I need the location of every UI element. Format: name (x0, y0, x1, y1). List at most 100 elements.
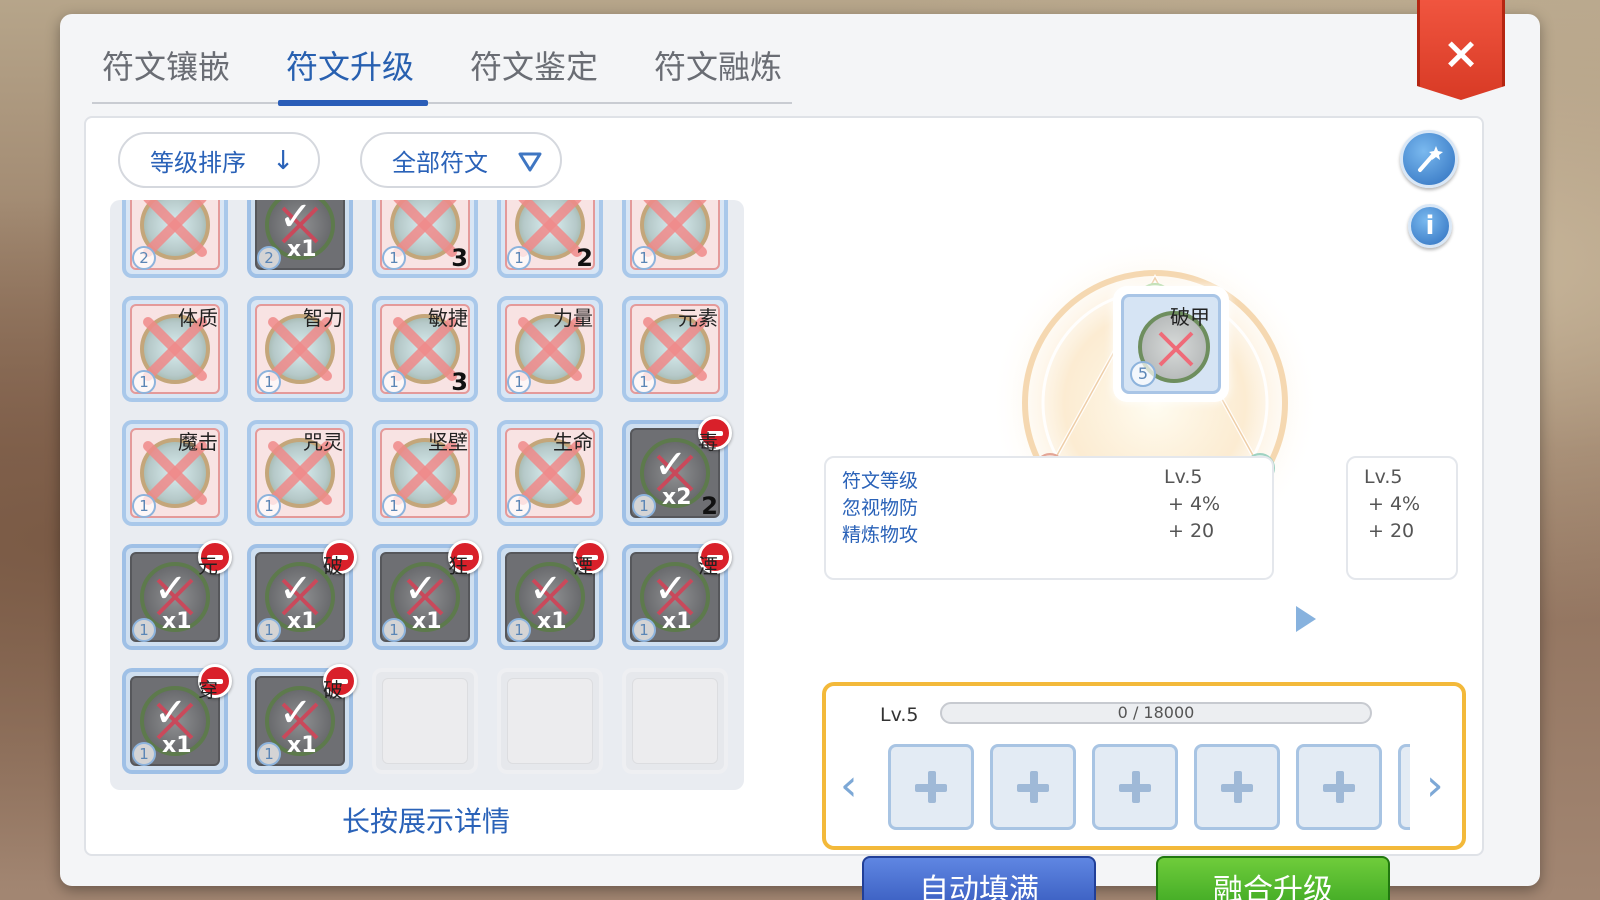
upgrade-material-box: Lv.5 0 / 18000 ‹ › (822, 682, 1466, 850)
rune-level-badge: 1 (632, 370, 656, 394)
empty-rune-slot (497, 668, 603, 774)
rune-slot[interactable]: 1 (622, 200, 728, 278)
rune-name: 元素 (678, 306, 718, 330)
tab-rune-refine[interactable]: 符文融炼 (654, 42, 782, 94)
rune-slot[interactable]: 13 (372, 200, 478, 278)
exp-progress-bar: 0 / 18000 (940, 702, 1372, 724)
selected-check-icon: ✓ (279, 566, 313, 612)
current-stats-card: 符文等级 忽视物防 精炼物攻 Lv.5 + 4% + 20 (824, 456, 1274, 580)
rune-stack-count: 3 (451, 244, 468, 272)
rune-level-badge: 2 (132, 246, 156, 270)
rune-level-badge: 1 (507, 494, 531, 518)
rune-slot[interactable]: 2 (122, 200, 228, 278)
material-slot-3[interactable] (1092, 744, 1178, 830)
rune-name: 坚壁 (428, 430, 468, 454)
material-slot-5[interactable] (1296, 744, 1382, 830)
long-press-hint: 长按展示详情 (341, 805, 510, 838)
selected-rune-name: 破甲 (1170, 305, 1210, 329)
rune-slot[interactable]: 力量 1 (497, 296, 603, 402)
filter-dropdown[interactable]: 全部符文 (360, 132, 562, 188)
info-button[interactable]: i (1408, 204, 1452, 248)
rune-name: 智力 (303, 306, 343, 330)
rune-grid[interactable]: 2 ✓ 2 x1 1 3 1 2 1 体质 1 智力 1 敏捷 1 3 力量 1 元素 1 魔击 1 咒灵 1 坚壁 1 生命 1 ✓ 毒… (110, 200, 744, 790)
filter-label: 全部符文 (392, 148, 488, 177)
rune-selected-count: x1 (412, 609, 442, 634)
triangle-down-icon (518, 152, 542, 172)
crossed-swords-icon (1158, 331, 1194, 367)
selected-check-icon: ✓ (529, 566, 563, 612)
tab-rune-inlay[interactable]: 符文镶嵌 (102, 42, 230, 94)
active-tab-indicator (278, 100, 428, 106)
tab-rune-upgrade[interactable]: 符文升级 (286, 42, 414, 94)
rune-selected-count: x1 (162, 733, 192, 758)
stat-value-ignore-def: + 4% (1168, 493, 1221, 515)
rune-level-badge: 1 (257, 742, 281, 766)
tab-rune-identify[interactable]: 符文鉴定 (470, 42, 598, 94)
rune-slot[interactable]: 咒灵 1 (247, 420, 353, 526)
next-value-ignore-def: + 4% (1368, 493, 1421, 515)
auto-fill-button[interactable]: 自动填满 (862, 856, 1096, 900)
rune-slot[interactable]: ✓ 元 1 x1 (122, 540, 232, 650)
sort-label: 等级排序 (150, 148, 246, 177)
rune-level-badge: 2 (257, 246, 281, 270)
rune-name: 穿 (198, 678, 218, 702)
close-icon: × (1442, 28, 1480, 79)
next-value-refine-atk: + 20 (1368, 520, 1415, 542)
stat-label-refine-atk: 精炼物攻 (842, 524, 919, 546)
rune-selected-count: x1 (287, 733, 317, 758)
rune-slot[interactable]: 体质 1 (122, 296, 228, 402)
selected-check-icon: ✓ (654, 566, 688, 612)
material-slot-1[interactable] (888, 744, 974, 830)
rune-slot[interactable]: 敏捷 1 3 (372, 296, 478, 402)
rune-slot[interactable]: ✓ 破 1 x1 (247, 540, 357, 650)
selected-check-icon: ✓ (279, 690, 313, 736)
rune-slot[interactable]: 生命 1 (497, 420, 603, 526)
rune-level-badge: 1 (257, 370, 281, 394)
magic-wand-button[interactable] (1400, 130, 1458, 188)
rune-slot[interactable]: ✓ 毒 1 x2 2 (622, 416, 732, 526)
selected-rune[interactable]: 破甲 5 (1113, 286, 1229, 402)
rune-name: 毒 (698, 430, 718, 454)
rune-selected-count: x1 (287, 609, 317, 634)
stat-value-refine-atk: + 20 (1168, 520, 1215, 542)
rune-name: 狂 (448, 554, 468, 578)
rune-name: 湮 (698, 554, 718, 578)
rune-slot[interactable]: ✓ 湮 1 x1 (622, 540, 732, 650)
chevron-left-icon[interactable]: ‹ (840, 760, 858, 811)
empty-rune-slot (622, 668, 728, 774)
rune-level-badge: 1 (632, 246, 656, 270)
material-slot-6-partial[interactable] (1398, 744, 1410, 830)
rune-stack-count: 3 (451, 368, 468, 396)
rune-level-badge: 1 (507, 370, 531, 394)
rune-name: 元 (198, 554, 218, 578)
rune-slot[interactable]: 12 (497, 200, 603, 278)
rune-name: 破 (323, 554, 343, 578)
sort-button[interactable]: 等级排序 ↓ (118, 132, 320, 188)
rune-slot[interactable]: 智力 1 (247, 296, 353, 402)
rune-slot[interactable]: 元素 1 (622, 296, 728, 402)
rune-slot[interactable]: 魔击 1 (122, 420, 228, 526)
rune-stack-count: 2 (576, 244, 593, 272)
selected-rune-level: 5 (1130, 361, 1156, 387)
rune-level-badge: 1 (507, 246, 531, 270)
rune-slot[interactable]: ✓ 穿 1 x1 (122, 664, 232, 774)
info-icon: i (1425, 211, 1435, 241)
rune-slot[interactable]: ✓ 湮 1 x1 (497, 540, 607, 650)
chevron-right-icon[interactable]: › (1426, 760, 1444, 811)
close-button[interactable]: × (1417, 0, 1505, 100)
rune-level-badge: 1 (507, 618, 531, 642)
magic-wand-icon (1418, 146, 1443, 172)
rune-slot[interactable]: ✓ 2 x1 (247, 200, 353, 278)
material-slot-4[interactable] (1194, 744, 1280, 830)
rune-name: 生命 (553, 430, 593, 454)
rune-slot[interactable]: 坚壁 1 (372, 420, 478, 526)
rune-selected-count: x1 (662, 609, 692, 634)
rune-level-badge: 1 (132, 618, 156, 642)
rune-slot[interactable]: ✓ 狂 1 x1 (372, 540, 482, 650)
rune-slot[interactable]: ✓ 破 1 x1 (247, 664, 357, 774)
rune-level-badge: 1 (132, 742, 156, 766)
material-slot-2[interactable] (990, 744, 1076, 830)
merge-upgrade-button[interactable]: 融合升级 (1156, 856, 1390, 900)
empty-rune-slot (372, 668, 478, 774)
rune-name: 破 (323, 678, 343, 702)
